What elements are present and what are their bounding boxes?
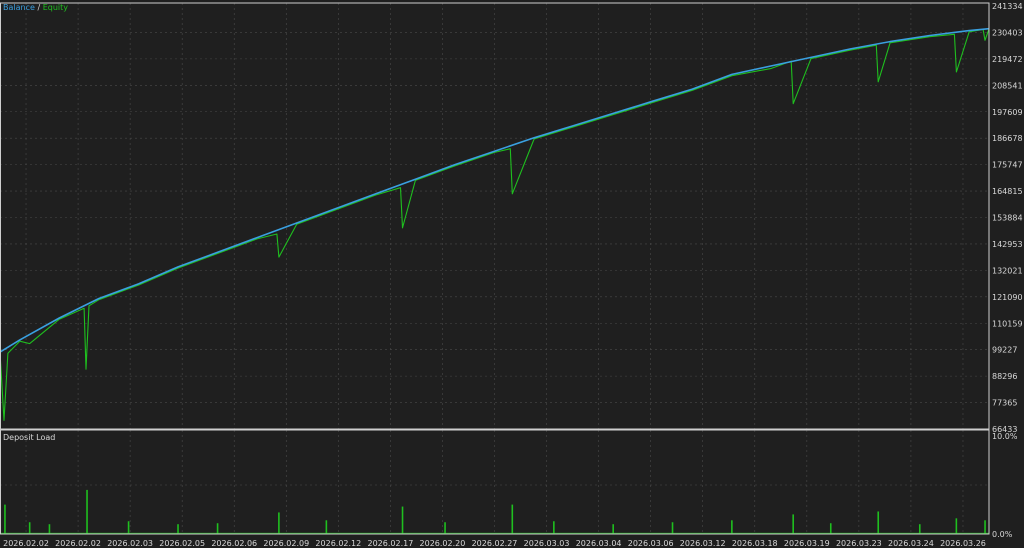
y-tick-label: 132021 <box>992 266 1023 275</box>
deposit-load-bar <box>955 518 958 534</box>
y-axis-ticks: 241334 230403 219472 208541 197609 186678 1757… <box>992 2 1023 539</box>
deposit-load-bar <box>177 524 179 534</box>
y-tick-label: 175747 <box>992 161 1023 170</box>
y-tick-label: 77365 <box>992 399 1017 408</box>
deposit-load-bar <box>28 522 31 534</box>
x-tick-label: 2026.03.24 <box>888 539 934 548</box>
deposit-load-bar <box>511 504 514 534</box>
deposit-load-bar <box>325 520 328 534</box>
x-tick-label: 2026.02.12 <box>315 539 361 548</box>
deposit-load-title: Deposit Load <box>3 433 56 442</box>
y-tick-label: 110159 <box>992 319 1023 328</box>
x-tick-label: 2026.03.26 <box>940 539 986 548</box>
y-tick-label: 219472 <box>992 55 1023 64</box>
y-tick-label: 10.0% <box>992 432 1018 441</box>
deposit-load-bar <box>829 523 832 534</box>
x-tick-label: 2026.03.12 <box>680 539 726 548</box>
chart-legend: Balance / Equity <box>3 2 68 14</box>
deposit-load-bar <box>216 523 219 534</box>
x-tick-label: 2026.02.20 <box>420 539 466 548</box>
x-tick-label: 2026.03.19 <box>784 539 830 548</box>
deposit-load-bar <box>48 524 51 534</box>
y-tick-label: 0.0% <box>992 530 1013 539</box>
deposit-load-bar <box>984 520 986 534</box>
legend-separator: / <box>37 3 41 12</box>
deposit-load-bar <box>792 514 794 534</box>
x-tick-label: 2026.02.27 <box>472 539 518 548</box>
y-tick-label: 121090 <box>992 293 1023 302</box>
balance-equity-chart: 241334 230403 219472 208541 197609 186678 1757… <box>0 2 1023 548</box>
x-tick-label: 2026.03.23 <box>836 539 882 548</box>
y-tick-label: 164815 <box>992 187 1023 196</box>
deposit-load-bar <box>4 504 6 534</box>
y-tick-label: 88296 <box>992 372 1017 381</box>
x-tick-label: 2026.02.02 <box>55 539 101 548</box>
x-tick-label: 2026.03.04 <box>576 539 622 548</box>
deposit-load-bar <box>553 521 555 534</box>
y-tick-label: 230403 <box>992 28 1023 37</box>
y-tick-label: 142953 <box>992 240 1023 249</box>
x-tick-label: 2026.02.05 <box>159 539 205 548</box>
x-tick-label: 2026.02.06 <box>211 539 257 548</box>
deposit-load-bar <box>671 522 674 534</box>
y-tick-label: 186678 <box>992 134 1023 143</box>
legend-equity: Equity <box>42 3 68 12</box>
main-grid <box>0 3 989 429</box>
y-tick-label: 241334 <box>992 2 1023 11</box>
deposit-load-bar <box>401 506 404 534</box>
x-tick-label: 2026.03.03 <box>524 539 570 548</box>
y-tick-label: 99227 <box>992 346 1017 355</box>
main-panel-frame <box>0 2 990 430</box>
y-tick-label: 153884 <box>992 214 1023 223</box>
deposit-load-bar <box>444 522 446 534</box>
y-tick-label: 208541 <box>992 81 1023 90</box>
x-tick-label: 2026.03.18 <box>732 539 778 548</box>
deposit-load-grid <box>0 430 989 534</box>
deposit-load-bar <box>612 524 614 534</box>
deposit-load-bar <box>278 512 280 534</box>
deposit-load-bar <box>918 524 921 534</box>
deposit-load-bar <box>731 520 733 534</box>
x-tick-label: 2026.02.17 <box>367 539 413 548</box>
x-tick-label: 2026.03.06 <box>628 539 674 548</box>
x-tick-label: 2026.02.09 <box>263 539 309 548</box>
legend-balance: Balance <box>3 3 35 12</box>
deposit-load-bar <box>877 511 880 534</box>
deposit-load-bar <box>86 489 88 534</box>
x-axis-ticks: 2026.02.02 2026.02.02 2026.02.03 2026.02.05… <box>3 539 986 548</box>
y-tick-label: 197609 <box>992 108 1023 117</box>
deposit-load-bar <box>127 521 130 534</box>
x-tick-label: 2026.02.03 <box>107 539 153 548</box>
x-tick-label: 2026.02.02 <box>3 539 49 548</box>
